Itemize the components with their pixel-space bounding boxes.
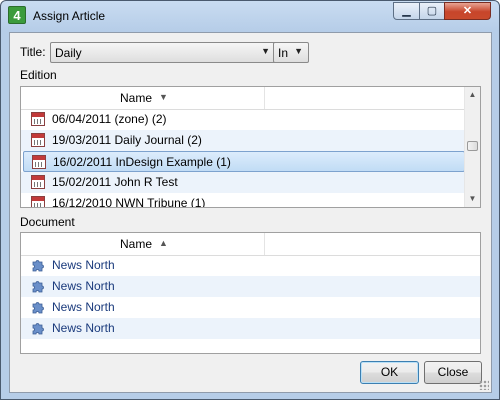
document-list: Name ▲ News North News North News North … <box>20 232 481 354</box>
edition-name-column-header[interactable]: Name ▼ <box>21 87 265 109</box>
resize-grip-icon[interactable] <box>479 380 489 390</box>
document-section-label: Document <box>20 215 75 229</box>
document-name: News North <box>52 279 115 293</box>
column-header-label: Name <box>120 91 153 105</box>
operator-select-value: In <box>278 46 289 60</box>
chevron-down-icon: ▼ <box>294 46 303 56</box>
minimize-button[interactable]: ▁ <box>393 2 420 20</box>
edition-name: 19/03/2011 Daily Journal (2) <box>52 133 202 147</box>
scroll-down-icon[interactable]: ▼ <box>465 191 480 207</box>
edition-name: 16/02/2011 InDesign Example (1) <box>53 155 231 169</box>
close-window-button[interactable]: ✕ <box>444 2 491 20</box>
dialog-body: Title: Daily ▼ In ▼ Edition Name ▼ 06/04… <box>9 32 492 393</box>
edition-scrollbar[interactable]: ▲ ▼ <box>464 87 480 207</box>
puzzle-piece-icon <box>32 260 44 272</box>
calendar-icon <box>31 112 45 126</box>
ok-button[interactable]: OK <box>360 361 419 384</box>
edition-row[interactable]: 15/02/2011 John R Test <box>21 172 465 193</box>
document-name: News North <box>52 258 115 272</box>
edition-row[interactable]: 19/03/2011 Daily Journal (2) <box>21 130 465 151</box>
sort-ascending-icon: ▲ <box>159 238 168 248</box>
edition-name: 16/12/2010 NWN Tribune (1) <box>52 196 206 208</box>
operator-select[interactable]: In ▼ <box>273 42 309 63</box>
window-title: Assign Article <box>33 9 106 23</box>
assign-article-dialog: 4 Assign Article ▁ ▢ ✕ Title: Daily ▼ In… <box>0 0 500 400</box>
close-button[interactable]: Close <box>424 361 482 384</box>
document-row[interactable]: News North <box>21 255 480 276</box>
puzzle-piece-icon <box>32 323 44 335</box>
edition-list-header: Name ▼ <box>21 87 465 110</box>
title-bar[interactable]: 4 Assign Article ▁ ▢ ✕ <box>1 1 499 31</box>
scroll-up-icon[interactable]: ▲ <box>465 87 480 103</box>
calendar-icon <box>31 196 45 207</box>
chevron-down-icon: ▼ <box>261 46 270 56</box>
document-row[interactable]: News North <box>21 276 480 297</box>
scrollbar-thumb[interactable] <box>467 141 478 151</box>
calendar-icon <box>31 133 45 147</box>
edition-row[interactable]: 06/04/2011 (zone) (2) <box>21 109 465 130</box>
title-select-value: Daily <box>55 46 82 60</box>
edition-name: 15/02/2011 John R Test <box>52 175 178 189</box>
document-row[interactable]: News North <box>21 297 480 318</box>
edition-list: Name ▼ 06/04/2011 (zone) (2) 19/03/2011 … <box>20 86 481 208</box>
sort-descending-icon: ▼ <box>159 92 168 102</box>
document-name-column-header[interactable]: Name ▲ <box>21 233 265 255</box>
edition-section-label: Edition <box>20 68 57 82</box>
calendar-icon <box>32 155 46 169</box>
puzzle-piece-icon <box>32 281 44 293</box>
maximize-button[interactable]: ▢ <box>419 2 445 20</box>
document-name: News North <box>52 321 115 335</box>
calendar-icon <box>31 175 45 189</box>
puzzle-piece-icon <box>32 302 44 314</box>
column-header-label: Name <box>120 237 153 251</box>
title-select[interactable]: Daily ▼ <box>50 42 276 63</box>
app-icon: 4 <box>8 6 26 24</box>
edition-row-selected[interactable]: 16/02/2011 InDesign Example (1) <box>23 151 465 172</box>
edition-row[interactable]: 16/12/2010 NWN Tribune (1) <box>21 193 465 208</box>
title-field-label: Title: <box>20 45 46 59</box>
document-name: News North <box>52 300 115 314</box>
document-list-header: Name ▲ <box>21 233 480 256</box>
document-row[interactable]: News North <box>21 318 480 339</box>
edition-name: 06/04/2011 (zone) (2) <box>52 112 167 126</box>
